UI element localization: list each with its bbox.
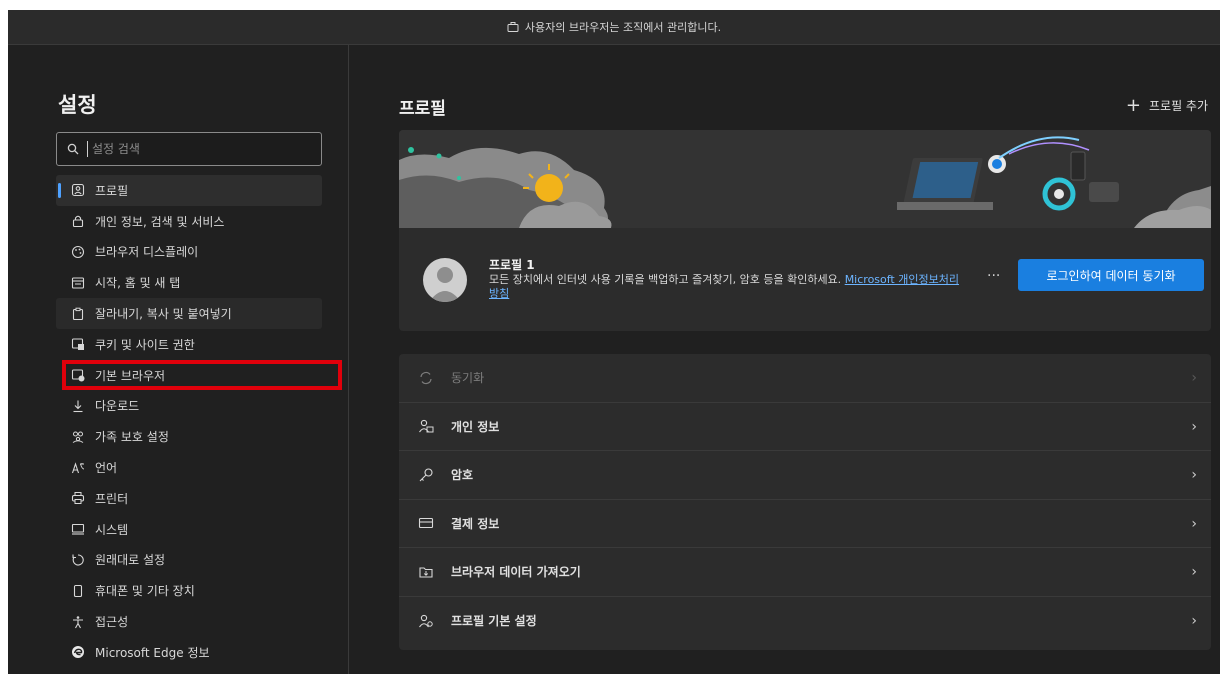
sidebar-item-printers[interactable]: 프린터 — [56, 483, 322, 514]
sidebar-item-accessibility[interactable]: 접근성 — [56, 606, 322, 637]
sidebar-item-label: 원래대로 설정 — [95, 553, 166, 568]
sidebar-item-clipboard[interactable]: 잘라내기, 복사 및 붙여넣기 — [56, 298, 322, 329]
sidebar-item-label: 기본 브라우저 — [95, 368, 166, 383]
profile-row: 프로필 1 모든 장치에서 인터넷 사용 기록을 백업하고 즐겨찾기, 암호 등… — [399, 228, 1211, 331]
lock-icon — [70, 213, 86, 229]
default-browser-icon — [70, 367, 86, 383]
managed-notice-text: 사용자의 브라우저는 조직에서 관리합니다. — [524, 21, 722, 34]
profile-card: 프로필 1 모든 장치에서 인터넷 사용 기록을 백업하고 즐겨찾기, 암호 등… — [399, 130, 1211, 331]
system-icon — [70, 521, 86, 537]
sidebar-item-cookies[interactable]: 쿠키 및 사이트 권한 — [56, 329, 322, 360]
reset-icon — [70, 552, 86, 568]
sidebar-item-about[interactable]: Microsoft Edge 정보 — [56, 637, 322, 668]
profile-description-text: 모든 장치에서 인터넷 사용 기록을 백업하고 즐겨찾기, 암호 등을 확인하세… — [489, 273, 842, 286]
list-row-label: 브라우저 데이터 가져오기 — [451, 565, 581, 580]
list-row-passwords[interactable]: 암호 › — [399, 451, 1211, 500]
cookie-icon — [70, 336, 86, 352]
profile-settings-icon — [417, 612, 435, 630]
sidebar-item-appearance[interactable]: 브라우저 디스플레이 — [56, 237, 322, 268]
list-row-payment[interactable]: 결제 정보 › — [399, 500, 1211, 548]
sidebar-item-start-home[interactable]: 시작, 홈 및 새 탭 — [56, 267, 322, 298]
sidebar-item-system[interactable]: 시스템 — [56, 514, 322, 545]
sidebar-item-label: 쿠키 및 사이트 권한 — [95, 337, 195, 352]
edge-logo-icon — [70, 644, 86, 660]
add-profile-label: 프로필 추가 — [1148, 99, 1208, 113]
sidebar-item-label: 접근성 — [95, 615, 129, 630]
list-row-sync[interactable]: 동기화 › — [399, 354, 1211, 403]
sidebar-item-label: 개인 정보, 검색 및 서비스 — [95, 214, 225, 229]
personal-info-icon — [417, 417, 435, 435]
card-icon — [417, 514, 435, 532]
chevron-right-icon: › — [1191, 467, 1197, 483]
page-title: 프로필 — [399, 99, 446, 119]
list-row-label: 결제 정보 — [451, 516, 500, 531]
list-row-label: 동기화 — [451, 371, 485, 386]
chevron-right-icon: › — [1191, 564, 1197, 580]
palette-icon — [70, 244, 86, 260]
list-row-import[interactable]: 브라우저 데이터 가져오기 › — [399, 548, 1211, 597]
language-icon — [70, 460, 86, 476]
sidebar-title: 설정 — [58, 93, 97, 117]
sync-icon — [417, 369, 435, 387]
managed-notice-bar: 사용자의 브라우저는 조직에서 관리합니다. — [8, 10, 1220, 45]
sidebar-item-label: 다운로드 — [95, 399, 140, 414]
accessibility-icon — [70, 614, 86, 630]
settings-window: 사용자의 브라우저는 조직에서 관리합니다. 설정 프로필 개인 정보, 검색 … — [8, 10, 1220, 674]
profile-icon — [70, 182, 86, 198]
list-row-label: 개인 정보 — [451, 419, 500, 434]
clipboard-icon — [70, 306, 86, 322]
family-icon — [70, 429, 86, 445]
chevron-right-icon: › — [1191, 612, 1197, 629]
sidebar-item-label: 시스템 — [95, 522, 129, 537]
sidebar: 설정 프로필 개인 정보, 검색 및 서비스 브라우저 디스플레이 시작, — [8, 45, 349, 674]
sidebar-item-phone[interactable]: 휴대폰 및 기타 장치 — [56, 575, 322, 606]
search-input[interactable] — [87, 141, 294, 157]
sidebar-item-label: 잘라내기, 복사 및 붙여넣기 — [95, 307, 232, 322]
sidebar-item-label: 시작, 홈 및 새 탭 — [95, 276, 181, 291]
sidebar-item-label: 브라우저 디스플레이 — [95, 245, 199, 260]
list-row-label: 암호 — [451, 468, 474, 483]
sidebar-item-languages[interactable]: 언어 — [56, 452, 322, 483]
sidebar-nav: 프로필 개인 정보, 검색 및 서비스 브라우저 디스플레이 시작, 홈 및 새… — [56, 175, 322, 668]
list-row-label: 프로필 기본 설정 — [451, 614, 537, 629]
briefcase-icon — [507, 22, 519, 32]
chevron-right-icon: › — [1191, 515, 1197, 532]
sidebar-item-profile[interactable]: 프로필 — [56, 175, 322, 206]
more-options-button[interactable]: ··· — [987, 268, 1000, 284]
sidebar-item-privacy[interactable]: 개인 정보, 검색 및 서비스 — [56, 206, 322, 237]
download-icon — [70, 398, 86, 414]
profile-name: 프로필 1 — [489, 258, 535, 272]
sidebar-item-downloads[interactable]: 다운로드 — [56, 391, 322, 422]
sidebar-item-label: 가족 보호 설정 — [95, 430, 169, 445]
sidebar-item-default-browser[interactable]: 기본 브라우저 — [56, 360, 322, 391]
list-row-personal-info[interactable]: 개인 정보 › — [399, 403, 1211, 451]
sign-in-sync-button[interactable]: 로그인하여 데이터 동기화 — [1018, 259, 1204, 291]
profile-description: 모든 장치에서 인터넷 사용 기록을 백업하고 즐겨찾기, 암호 등을 확인하세… — [489, 273, 969, 301]
sidebar-item-reset[interactable]: 원래대로 설정 — [56, 545, 322, 576]
sidebar-item-label: 프린터 — [95, 491, 129, 506]
search-box[interactable] — [56, 132, 322, 166]
import-icon — [417, 563, 435, 581]
profile-banner-illustration — [399, 130, 1211, 228]
sidebar-item-label: 프로필 — [95, 183, 129, 198]
chevron-right-icon: › — [1191, 370, 1197, 386]
main-content: 프로필 + 프로필 추가 프로필 1 모든 장치에서 인터넷 사용 기록을 백업… — [349, 45, 1220, 674]
phone-icon — [70, 583, 86, 599]
add-profile-button[interactable]: + 프로필 추가 — [1126, 95, 1208, 116]
sidebar-item-family[interactable]: 가족 보호 설정 — [56, 421, 322, 452]
home-tab-icon — [70, 275, 86, 291]
key-icon — [417, 466, 435, 484]
search-icon — [67, 143, 79, 155]
list-row-profile-preferences[interactable]: 프로필 기본 설정 › — [399, 597, 1211, 646]
avatar — [423, 258, 467, 302]
sidebar-item-label: 휴대폰 및 기타 장치 — [95, 584, 195, 599]
plus-icon: + — [1125, 95, 1141, 116]
sidebar-item-label: Microsoft Edge 정보 — [95, 645, 210, 660]
profile-settings-list: 동기화 › 개인 정보 › 암호 › 결제 정보 › 브라우저 데이터 가져오기 — [399, 354, 1211, 650]
chevron-right-icon: › — [1191, 418, 1197, 435]
printer-icon — [70, 490, 86, 506]
sidebar-item-label: 언어 — [95, 461, 118, 476]
